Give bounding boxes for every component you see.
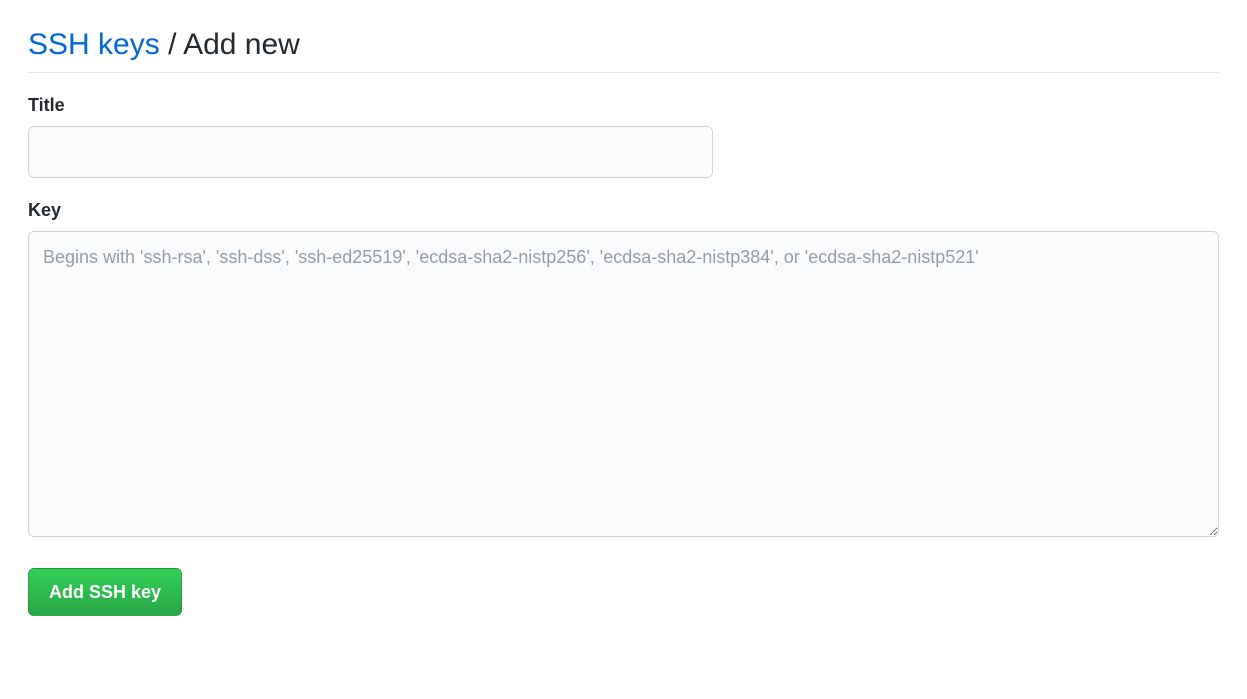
form-group-title: Title — [28, 95, 1219, 178]
add-ssh-key-button[interactable]: Add SSH key — [28, 568, 182, 616]
key-textarea[interactable] — [28, 231, 1219, 537]
title-label: Title — [28, 95, 1219, 116]
form-group-key: Key — [28, 200, 1219, 542]
page-heading: SSH keys / Add new — [28, 28, 1219, 73]
breadcrumb-link-ssh-keys[interactable]: SSH keys — [28, 28, 160, 61]
key-label: Key — [28, 200, 1219, 221]
breadcrumb-current: Add new — [183, 28, 300, 61]
page-container: SSH keys / Add new Title Key Add SSH key — [28, 28, 1219, 616]
title-input[interactable] — [28, 126, 713, 178]
breadcrumb-separator: / — [168, 28, 176, 61]
